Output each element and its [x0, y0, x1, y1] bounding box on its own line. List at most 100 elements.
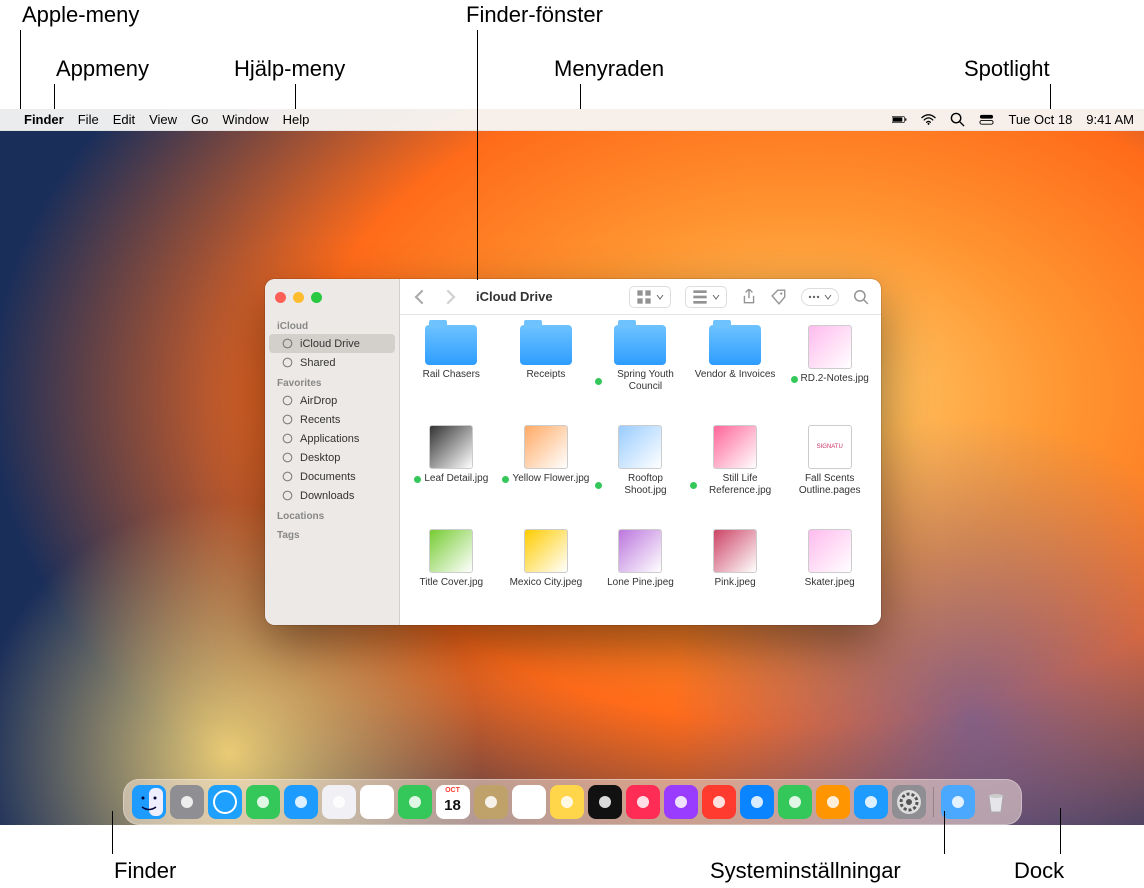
window-zoom-button[interactable]	[311, 292, 322, 303]
dock: OCT18	[123, 779, 1022, 825]
dock-app-contacts[interactable]	[474, 785, 508, 819]
cloud-icon	[281, 337, 294, 350]
dock-app-music[interactable]	[626, 785, 660, 819]
dock-app-app-store[interactable]	[854, 785, 888, 819]
menu-help[interactable]: Help	[283, 112, 310, 127]
file-item[interactable]: Leaf Detail.jpg	[406, 425, 497, 523]
tag-dot-icon	[595, 482, 602, 489]
back-button[interactable]	[412, 289, 428, 305]
app-icon	[705, 788, 733, 816]
file-item[interactable]: SIGNATUFall Scents Outline.pages	[784, 425, 875, 523]
tag-dot-icon	[690, 482, 697, 489]
app-icon	[857, 788, 885, 816]
file-label: Title Cover.jpg	[420, 577, 484, 589]
dock-app-mail[interactable]	[284, 785, 318, 819]
menu-window[interactable]: Window	[222, 112, 268, 127]
file-item[interactable]: Spring Youth Council	[595, 325, 686, 419]
forward-button[interactable]	[442, 289, 458, 305]
dock-app-tv[interactable]	[588, 785, 622, 819]
file-item[interactable]: Vendor & Invoices	[690, 325, 781, 419]
file-label: Vendor & Invoices	[695, 369, 776, 381]
control-center-icon[interactable]	[979, 112, 994, 127]
sidebar-item-applications[interactable]: Applications	[269, 429, 395, 448]
file-label: RD.2-Notes.jpg	[801, 373, 869, 385]
image-thumb	[808, 325, 852, 369]
app-menu[interactable]: Finder	[24, 112, 64, 127]
menu-view[interactable]: View	[149, 112, 177, 127]
tag-icon[interactable]	[771, 289, 787, 305]
dock-app-safari[interactable]	[208, 785, 242, 819]
finder-window: iCloudiCloud DriveSharedFavoritesAirDrop…	[265, 279, 881, 625]
dock-app-system-settings[interactable]	[892, 785, 926, 819]
dock-app-news[interactable]	[702, 785, 736, 819]
dock-app-photos[interactable]	[360, 785, 394, 819]
file-item[interactable]: Skater.jpeg	[784, 529, 875, 615]
sidebar-item-shared[interactable]: Shared	[269, 353, 395, 372]
file-item[interactable]: Receipts	[501, 325, 592, 419]
file-item[interactable]: Still Life Reference.jpg	[690, 425, 781, 523]
dock-app-notes[interactable]	[550, 785, 584, 819]
sidebar-item-label: AirDrop	[300, 395, 337, 407]
sidebar-item-icloud-drive[interactable]: iCloud Drive	[269, 334, 395, 353]
dock-app-messages[interactable]	[246, 785, 280, 819]
file-item[interactable]: Title Cover.jpg	[406, 529, 497, 615]
tag-dot-icon	[791, 376, 798, 383]
file-item[interactable]: Yellow Flower.jpg	[501, 425, 592, 523]
tag-dot-icon	[595, 378, 602, 385]
dock-app-downloads[interactable]	[941, 785, 975, 819]
image-thumb	[524, 425, 568, 469]
sidebar-item-downloads[interactable]: Downloads	[269, 486, 395, 505]
dock-app-pages[interactable]	[816, 785, 850, 819]
dock-app-trash[interactable]	[979, 785, 1013, 819]
gear-icon	[895, 788, 923, 816]
finder-files-grid[interactable]: Rail ChasersReceiptsSpring Youth Council…	[400, 315, 881, 625]
dock-app-calendar[interactable]: OCT18	[436, 785, 470, 819]
folder-icon	[520, 325, 572, 365]
file-item[interactable]: Mexico City.jpeg	[501, 529, 592, 615]
menubar-time[interactable]: 9:41 AM	[1086, 112, 1134, 127]
menu-file[interactable]: File	[78, 112, 99, 127]
dock-app-reminders[interactable]	[512, 785, 546, 819]
sidebar-item-label: iCloud Drive	[300, 338, 360, 350]
dock-app-launchpad[interactable]	[170, 785, 204, 819]
window-close-button[interactable]	[275, 292, 286, 303]
dock-app-podcasts[interactable]	[664, 785, 698, 819]
menubar-date[interactable]: Tue Oct 18	[1008, 112, 1072, 127]
app-icon	[249, 788, 277, 816]
battery-icon[interactable]	[892, 112, 907, 127]
file-item[interactable]: Rooftop Shoot.jpg	[595, 425, 686, 523]
sidebar-item-desktop[interactable]: Desktop	[269, 448, 395, 467]
menu-edit[interactable]: Edit	[113, 112, 135, 127]
image-thumb	[618, 425, 662, 469]
dock-app-keynote[interactable]	[740, 785, 774, 819]
app-icon	[944, 788, 972, 816]
file-item[interactable]: Rail Chasers	[406, 325, 497, 419]
spotlight-icon[interactable]	[950, 112, 965, 127]
dock-app-numbers[interactable]	[778, 785, 812, 819]
sidebar-item-documents[interactable]: Documents	[269, 467, 395, 486]
sidebar-item-recents[interactable]: Recents	[269, 410, 395, 429]
folder-icon	[614, 325, 666, 365]
dock-app-finder[interactable]	[132, 785, 166, 819]
share-icon[interactable]	[741, 289, 757, 305]
dock-app-maps[interactable]	[322, 785, 356, 819]
document-thumb: SIGNATU	[808, 425, 852, 469]
sidebar-item-airdrop[interactable]: AirDrop	[269, 391, 395, 410]
menu-go[interactable]: Go	[191, 112, 208, 127]
app-icon	[819, 788, 847, 816]
finder-sidebar: iCloudiCloud DriveSharedFavoritesAirDrop…	[265, 279, 400, 625]
image-thumb	[429, 425, 473, 469]
app-icon	[477, 788, 505, 816]
image-thumb	[618, 529, 662, 573]
wifi-icon[interactable]	[921, 112, 936, 127]
window-minimize-button[interactable]	[293, 292, 304, 303]
file-item[interactable]: Pink.jpeg	[690, 529, 781, 615]
file-item[interactable]: Lone Pine.jpeg	[595, 529, 686, 615]
shared-folder-icon	[281, 356, 294, 369]
annot-apple-menu: Apple-meny	[20, 2, 141, 28]
dock-app-facetime[interactable]	[398, 785, 432, 819]
search-icon[interactable]	[853, 289, 869, 305]
app-icon	[401, 788, 429, 816]
file-item[interactable]: RD.2-Notes.jpg	[784, 325, 875, 419]
sidebar-heading: Locations	[265, 505, 399, 524]
